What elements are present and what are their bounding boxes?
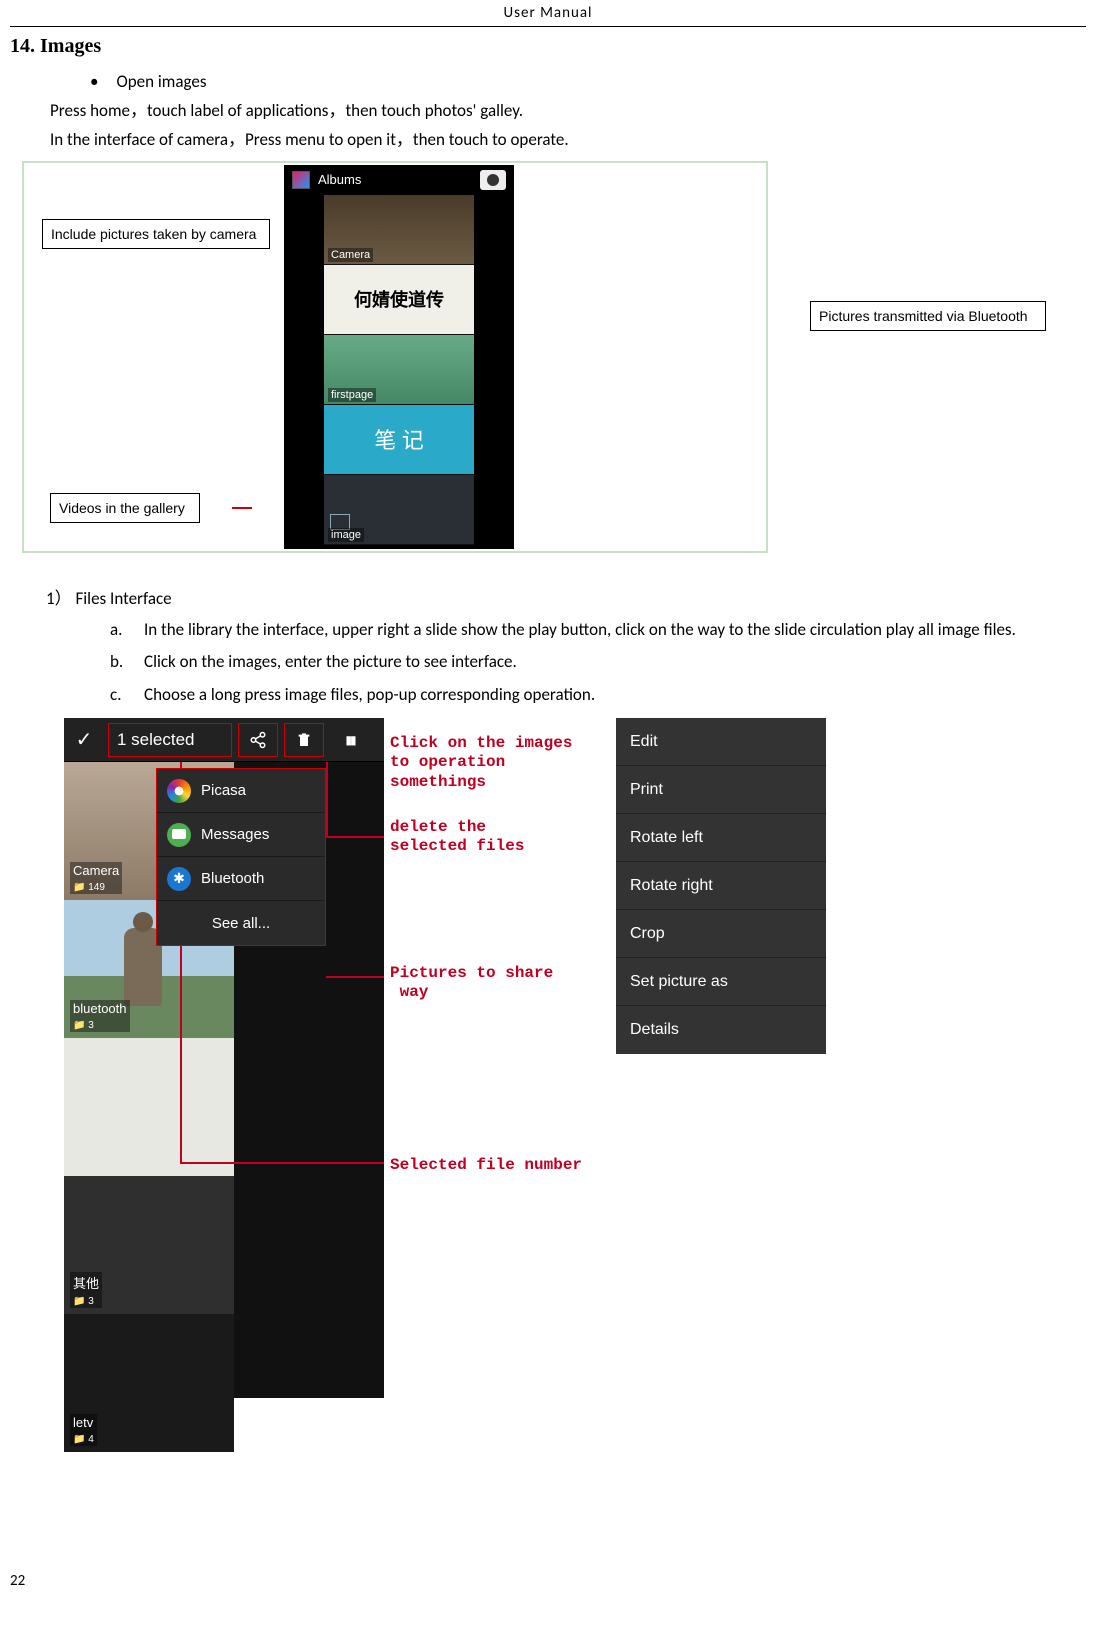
bluetooth-icon: ✱ <box>167 867 191 891</box>
menu-details[interactable]: Details <box>616 1006 826 1054</box>
camera-icon[interactable] <box>480 170 506 190</box>
annot-share-way: Pictures to share way <box>390 964 553 1002</box>
leader-delete-v <box>326 762 328 836</box>
figure-albums: Include pictures taken by camera Picture… <box>22 161 768 553</box>
share-icon[interactable] <box>238 723 278 757</box>
messages-icon <box>167 823 191 847</box>
tile-bt-count: 3 <box>88 1020 94 1031</box>
callout-bluetooth-pictures: Pictures transmitted via Bluetooth <box>810 301 1046 331</box>
para-open-1: Press home，touch label of applications，t… <box>50 97 1086 126</box>
menu-set-picture-as[interactable]: Set picture as <box>616 958 826 1006</box>
para-open-2: In the interface of camera，Press menu to… <box>50 126 1086 155</box>
tile-letv-label: letv <box>73 1415 93 1430</box>
page-header: User Manual <box>10 0 1086 27</box>
annot-selected-number: Selected file number <box>390 1156 582 1175</box>
menu-edit[interactable]: Edit <box>616 718 826 766</box>
share-bluetooth-label: Bluetooth <box>201 870 264 887</box>
mark-c: c. <box>110 681 126 710</box>
list-title-files-interface: Files Interface <box>75 588 171 609</box>
annot-delete: delete the selected files <box>390 818 524 856</box>
menu-rotate-left[interactable]: Rotate left <box>616 814 826 862</box>
album-chinese[interactable]: 何婧使道传 <box>324 265 474 335</box>
share-popup: Picasa Messages ✱ Bluetooth See all... <box>156 768 326 946</box>
share-see-all[interactable]: See all... <box>157 901 325 945</box>
item-c: Choose a long press image files, pop-up … <box>144 681 595 710</box>
item-b: Click on the images, enter the picture t… <box>144 648 517 677</box>
callout-videos: Videos in the gallery <box>50 493 200 523</box>
annot-operation: Click on the images to operation somethi… <box>390 734 572 792</box>
tile-letv-count: 4 <box>88 1434 94 1445</box>
tile-other[interactable]: 其他📁 3 <box>64 1176 234 1314</box>
tile-document[interactable] <box>64 1038 234 1176</box>
album-camera[interactable]: Camera <box>324 195 474 265</box>
tile-other-label: 其他 <box>73 1276 99 1291</box>
mark-a: a. <box>110 616 126 645</box>
tile-camera-label: Camera <box>73 863 119 878</box>
album-notes[interactable]: 笔 记 <box>324 405 474 475</box>
mark-b: b. <box>110 648 126 677</box>
menu-print[interactable]: Print <box>616 766 826 814</box>
share-seeall-label: See all... <box>212 915 270 932</box>
share-messages-label: Messages <box>201 826 269 843</box>
figure-selection: ✓ 1 selected ▮▮ Camera📁 149 bluetooth📁 3… <box>64 718 1044 1398</box>
album-chinese-label: 何婧使道传 <box>354 286 444 312</box>
page-number: 22 <box>10 1572 25 1590</box>
album-notes-label: 笔 记 <box>374 423 424 455</box>
phone-selection-screen: ✓ 1 selected ▮▮ Camera📁 149 bluetooth📁 3… <box>64 718 384 1398</box>
list-num-1: 1） <box>46 588 72 609</box>
leader-share <box>326 976 384 978</box>
album-firstpage[interactable]: firstpage <box>324 335 474 405</box>
album-image-label: image <box>328 528 364 542</box>
bullet-open-images: Open images <box>50 68 1086 97</box>
picasa-icon <box>167 779 191 803</box>
context-menu: Edit Print Rotate left Rotate right Crop… <box>616 718 826 1054</box>
section-title: 14. Images <box>10 27 1086 68</box>
leader-line <box>232 507 252 509</box>
album-camera-label: Camera <box>328 248 373 262</box>
menu-rotate-right[interactable]: Rotate right <box>616 862 826 910</box>
done-check-icon[interactable]: ✓ <box>64 727 104 752</box>
callout-camera-pictures: Include pictures taken by camera <box>42 219 270 249</box>
item-a: In the library the interface, upper righ… <box>144 616 1016 645</box>
selected-count[interactable]: 1 selected <box>108 723 232 757</box>
share-messages[interactable]: Messages <box>157 813 325 857</box>
gallery-app-icon <box>292 171 310 189</box>
leader-selnum-h <box>180 1162 384 1164</box>
phone-albums-screen: Albums Camera 何婧使道传 firstpage 笔 记 image <box>284 165 514 549</box>
tile-bt-label: bluetooth <box>73 1001 127 1016</box>
share-picasa-label: Picasa <box>201 782 246 799</box>
overflow-menu-icon[interactable]: ▮▮ <box>330 723 370 757</box>
menu-crop[interactable]: Crop <box>616 910 826 958</box>
tile-letv[interactable]: letv📁 4 <box>64 1314 234 1452</box>
album-firstpage-label: firstpage <box>328 388 376 402</box>
leader-delete <box>326 836 384 838</box>
tile-other-count: 3 <box>88 1296 94 1307</box>
album-image[interactable]: image <box>324 475 474 545</box>
trash-icon[interactable] <box>284 723 324 757</box>
share-picasa[interactable]: Picasa <box>157 769 325 813</box>
share-bluetooth[interactable]: ✱ Bluetooth <box>157 857 325 901</box>
tile-camera-count: 149 <box>88 882 105 893</box>
phone-title: Albums <box>318 172 361 187</box>
